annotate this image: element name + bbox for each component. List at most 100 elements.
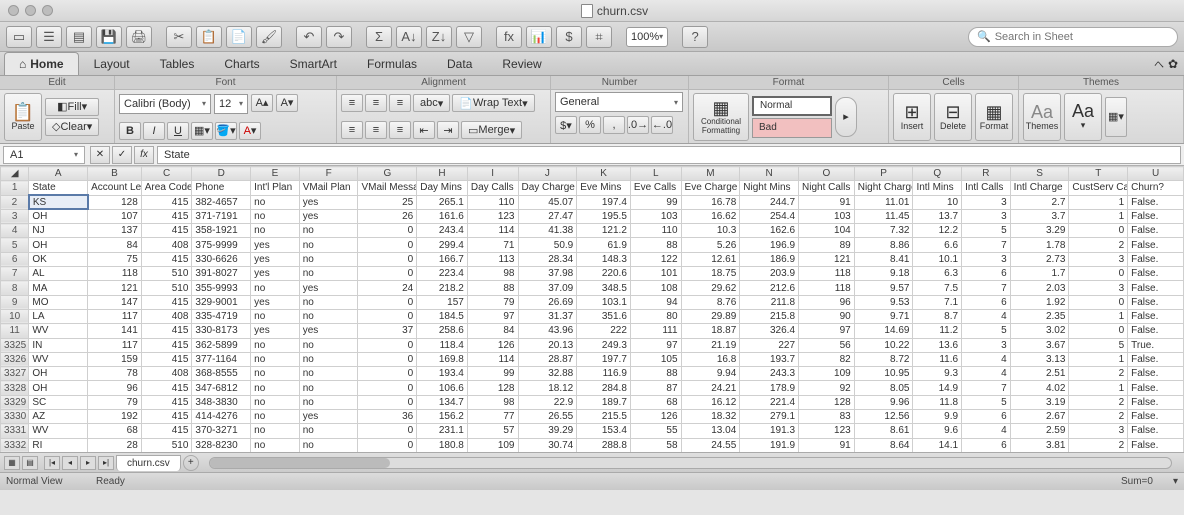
cell[interactable]: 121.2 (577, 224, 631, 238)
cell[interactable]: 13.04 (681, 424, 740, 438)
cell[interactable]: 109 (799, 367, 855, 381)
cell[interactable]: 32.88 (518, 367, 577, 381)
cell[interactable]: 335-4719 (192, 309, 251, 323)
cell[interactable]: 55 (630, 424, 681, 438)
cell[interactable]: no (299, 252, 358, 266)
number-format-combo[interactable]: General▾ (555, 92, 683, 112)
cell[interactable]: 408 (141, 367, 192, 381)
cell[interactable]: 118.4 (417, 338, 468, 352)
cell[interactable]: 510 (141, 267, 192, 281)
cell[interactable]: 96 (799, 295, 855, 309)
open-folder-icon[interactable]: ▤ (66, 26, 92, 48)
cell[interactable]: 114 (467, 224, 518, 238)
row-header[interactable]: 3325 (1, 338, 29, 352)
cell[interactable]: yes (251, 252, 300, 266)
cell[interactable]: 375-9999 (192, 238, 251, 252)
cell[interactable]: yes (299, 410, 358, 424)
cell[interactable]: 106.6 (417, 381, 468, 395)
cell[interactable]: False. (1128, 367, 1184, 381)
cell[interactable]: 7.32 (854, 224, 913, 238)
cell[interactable]: 108 (630, 281, 681, 295)
cell[interactable]: 26.69 (518, 295, 577, 309)
cell[interactable]: VMail Message (358, 181, 417, 195)
col-header-G[interactable]: G (358, 167, 417, 181)
cell[interactable]: no (251, 395, 300, 409)
cell[interactable]: Night Calls (799, 181, 855, 195)
cell[interactable]: 415 (141, 224, 192, 238)
col-header-C[interactable]: C (141, 167, 192, 181)
cell[interactable]: False. (1128, 410, 1184, 424)
cell[interactable]: 12.56 (854, 410, 913, 424)
row-header[interactable]: 5 (1, 238, 29, 252)
merge-button[interactable]: ▭ Merge ▾ (461, 121, 522, 139)
insert-button[interactable]: ⊞Insert (893, 93, 931, 141)
cell[interactable]: MA (29, 281, 88, 295)
cell[interactable]: yes (251, 295, 300, 309)
cell[interactable]: 7 (962, 238, 1011, 252)
cell[interactable]: 5 (1069, 338, 1128, 352)
cell[interactable]: 128 (467, 381, 518, 395)
cell[interactable]: Day Charge (518, 181, 577, 195)
cell[interactable]: 126 (630, 410, 681, 424)
cell[interactable]: no (299, 238, 358, 252)
cell[interactable]: 161.6 (417, 209, 468, 223)
cell[interactable]: 6 (962, 267, 1011, 281)
cell[interactable]: 299.4 (417, 238, 468, 252)
cell[interactable]: 91 (799, 195, 855, 209)
cell[interactable]: 22.9 (518, 395, 577, 409)
next-sheet-icon[interactable]: ▸ (80, 456, 96, 470)
increase-font-icon[interactable]: A▴ (251, 94, 273, 112)
cell[interactable]: no (299, 424, 358, 438)
minimize-icon[interactable] (25, 5, 36, 16)
format-button[interactable]: ▦Format (975, 93, 1013, 141)
cell[interactable]: 84 (467, 324, 518, 338)
status-dropdown-icon[interactable]: ▾ (1173, 476, 1178, 487)
show-formulas-icon[interactable]: ⌗ (586, 26, 612, 48)
select-all-corner[interactable]: ◢ (1, 167, 29, 181)
align-right-icon[interactable]: ≡ (389, 121, 411, 139)
cell[interactable]: 89 (799, 238, 855, 252)
cell[interactable]: 3.13 (1010, 352, 1069, 366)
orientation-button[interactable]: abc▾ (413, 94, 450, 112)
cell[interactable]: 2.03 (1010, 281, 1069, 295)
cell[interactable]: 26 (358, 209, 417, 223)
cell[interactable]: 8.7 (913, 309, 962, 323)
cell[interactable]: 288.8 (577, 438, 631, 452)
cell[interactable]: 0 (358, 309, 417, 323)
chart-icon[interactable]: 📊 (526, 26, 552, 48)
cell[interactable]: 36 (358, 410, 417, 424)
cell[interactable]: Intl Charge (1010, 181, 1069, 195)
cell[interactable]: 8.61 (854, 424, 913, 438)
cell[interactable]: 10.1 (913, 252, 962, 266)
redo-icon[interactable]: ↷ (326, 26, 352, 48)
cell[interactable]: 68 (88, 424, 142, 438)
cell[interactable]: 279.1 (740, 410, 799, 424)
percent-button[interactable]: % (579, 116, 601, 134)
cell[interactable]: yes (299, 195, 358, 209)
cell[interactable]: 186.9 (740, 252, 799, 266)
clear-button[interactable]: ◇ Clear ▾ (45, 118, 99, 136)
cell[interactable]: no (251, 438, 300, 452)
cell[interactable]: 78 (88, 367, 142, 381)
cell[interactable]: 195.5 (577, 209, 631, 223)
cell[interactable]: Int'l Plan (251, 181, 300, 195)
cell[interactable]: 153.4 (577, 424, 631, 438)
cell[interactable]: 3 (1069, 424, 1128, 438)
cell[interactable]: 30.74 (518, 438, 577, 452)
cell[interactable]: 326.4 (740, 324, 799, 338)
fx-icon[interactable]: fx (496, 26, 522, 48)
cell[interactable]: yes (299, 324, 358, 338)
cell[interactable]: 244.7 (740, 195, 799, 209)
cell[interactable]: Churn? (1128, 181, 1184, 195)
cell[interactable]: 193.7 (740, 352, 799, 366)
cell[interactable]: 0 (358, 367, 417, 381)
sort-asc-icon[interactable]: A↓ (396, 26, 422, 48)
cell[interactable]: 203.9 (740, 267, 799, 281)
cell[interactable]: NJ (29, 224, 88, 238)
format-painter-icon[interactable]: 🖌 (256, 26, 282, 48)
cell[interactable]: 28 (88, 438, 142, 452)
row-header[interactable]: 3332 (1, 438, 29, 452)
cell[interactable]: False. (1128, 424, 1184, 438)
close-icon[interactable] (8, 5, 19, 16)
cell[interactable]: 6 (962, 438, 1011, 452)
